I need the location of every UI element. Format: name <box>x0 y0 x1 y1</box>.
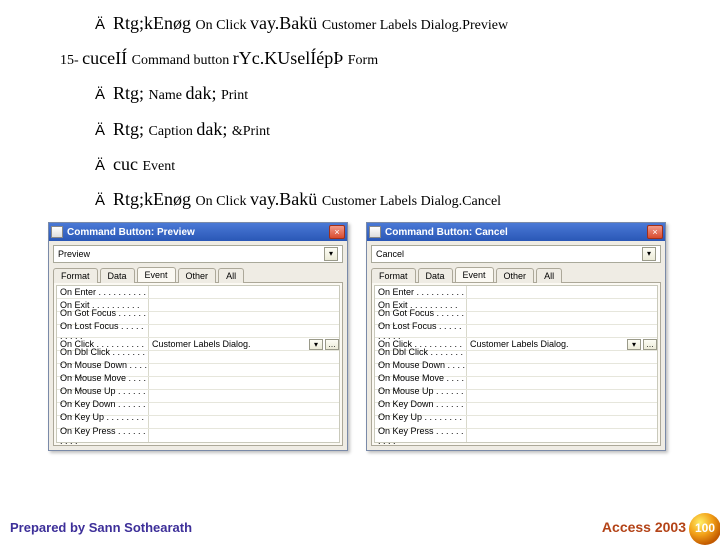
event-value-cell[interactable] <box>467 325 657 337</box>
event-value-cell[interactable] <box>149 299 339 311</box>
event-value-cell[interactable] <box>467 299 657 311</box>
event-grid: On Enter . . . . . . . . . .On Exit . . … <box>374 285 658 443</box>
event-name: On Key Press . . . . . . . . . . <box>375 429 467 442</box>
selected-object: Preview <box>58 249 90 259</box>
instruction-line: ÄRtg;kEnøg On Click vay.Bakü Customer La… <box>95 187 710 212</box>
properties-dialog: Command Button: Cancel× Cancel ▾ FormatData… <box>366 222 666 451</box>
footer: Prepared by Sann Sothearath Access 2003 … <box>0 514 720 540</box>
event-value: Customer Labels Dialog. <box>470 339 625 349</box>
tab-data[interactable]: Data <box>418 268 453 283</box>
event-name: On Lost Focus . . . . . . . . . . <box>375 325 467 337</box>
event-value: Customer Labels Dialog. <box>152 339 307 349</box>
tab-event[interactable]: Event <box>137 267 176 282</box>
event-row[interactable]: On Key Press . . . . . . . . . . <box>57 429 339 442</box>
instruction-line: ÄRtg; Caption dak; &Print <box>95 117 710 142</box>
event-value-cell[interactable] <box>467 429 657 442</box>
prepared-by: Prepared by Sann Sothearath <box>0 520 602 535</box>
tab-strip: FormatDataEventOtherAll <box>371 267 661 282</box>
event-value-cell[interactable] <box>149 416 339 428</box>
event-value-cell[interactable] <box>467 377 657 389</box>
tab-event[interactable]: Event <box>455 267 494 282</box>
titlebar[interactable]: Command Button: Preview× <box>49 223 347 241</box>
chevron-down-icon[interactable]: ▾ <box>642 247 656 261</box>
tab-body: On Enter . . . . . . . . . .On Exit . . … <box>371 282 661 446</box>
event-row[interactable]: On Key Press . . . . . . . . . . <box>375 429 657 442</box>
event-value-cell[interactable] <box>467 351 657 363</box>
event-value-cell[interactable] <box>149 364 339 376</box>
instruction-line: Äcuc Event <box>95 152 710 177</box>
chevron-down-icon[interactable]: ▾ <box>627 339 641 350</box>
product-name: Access 2003 <box>602 519 686 535</box>
event-value-cell[interactable] <box>467 403 657 415</box>
event-name: On Enter . . . . . . . . . . <box>57 286 149 298</box>
event-value-cell[interactable] <box>467 416 657 428</box>
selected-object: Cancel <box>376 249 404 259</box>
tab-other[interactable]: Other <box>178 268 217 283</box>
instruction-line: 15- cuceIÍ Command button rYc.KUselÍépÞ … <box>60 46 710 71</box>
tab-all[interactable]: All <box>218 268 244 283</box>
event-value-cell[interactable] <box>149 325 339 337</box>
page-number: 100 <box>688 521 720 535</box>
object-selector[interactable]: Preview ▾ <box>53 245 343 263</box>
event-value-cell[interactable] <box>149 429 339 442</box>
event-grid: On Enter . . . . . . . . . .On Exit . . … <box>56 285 340 443</box>
event-value-cell[interactable]: Customer Labels Dialog.▾… <box>149 338 339 350</box>
close-icon[interactable]: × <box>329 225 345 239</box>
event-value-cell[interactable] <box>149 377 339 389</box>
event-value-cell[interactable] <box>149 351 339 363</box>
event-value-cell[interactable] <box>149 403 339 415</box>
window-title: Command Button: Cancel <box>385 227 647 238</box>
event-row[interactable]: On Lost Focus . . . . . . . . . . <box>57 325 339 338</box>
tab-format[interactable]: Format <box>53 268 98 283</box>
event-value-cell[interactable] <box>467 364 657 376</box>
event-value-cell[interactable]: Customer Labels Dialog.▾… <box>467 338 657 350</box>
event-name: On Key Press . . . . . . . . . . <box>57 429 149 442</box>
event-value-cell[interactable] <box>467 390 657 402</box>
tab-format[interactable]: Format <box>371 268 416 283</box>
tab-data[interactable]: Data <box>100 268 135 283</box>
event-name: On Lost Focus . . . . . . . . . . <box>57 325 149 337</box>
instruction-line: ÄRtg;kEnøg On Click vay.Bakü Customer La… <box>95 11 710 36</box>
event-name: On Enter . . . . . . . . . . <box>375 286 467 298</box>
instruction-line: ÄRtg; Name dak; Print <box>95 81 710 106</box>
window-icon <box>51 226 63 238</box>
tab-all[interactable]: All <box>536 268 562 283</box>
event-row[interactable]: On Lost Focus . . . . . . . . . . <box>375 325 657 338</box>
chevron-down-icon[interactable]: ▾ <box>309 339 323 350</box>
tab-body: On Enter . . . . . . . . . .On Exit . . … <box>53 282 343 446</box>
tab-other[interactable]: Other <box>496 268 535 283</box>
event-row[interactable]: On Enter . . . . . . . . . . <box>57 286 339 299</box>
event-value-cell[interactable] <box>149 312 339 324</box>
window-title: Command Button: Preview <box>67 227 329 238</box>
chevron-down-icon[interactable]: ▾ <box>324 247 338 261</box>
window-icon <box>369 226 381 238</box>
properties-dialog: Command Button: Preview× Preview ▾ FormatDa… <box>48 222 348 451</box>
tab-strip: FormatDataEventOtherAll <box>53 267 343 282</box>
builder-button[interactable]: … <box>643 339 657 350</box>
event-value-cell[interactable] <box>467 312 657 324</box>
builder-button[interactable]: … <box>325 339 339 350</box>
object-selector[interactable]: Cancel ▾ <box>371 245 661 263</box>
event-row[interactable]: On Enter . . . . . . . . . . <box>375 286 657 299</box>
page-number-ball: 100 <box>688 512 720 546</box>
close-icon[interactable]: × <box>647 225 663 239</box>
event-value-cell[interactable] <box>149 286 339 298</box>
event-value-cell[interactable] <box>149 390 339 402</box>
titlebar[interactable]: Command Button: Cancel× <box>367 223 665 241</box>
event-value-cell[interactable] <box>467 286 657 298</box>
